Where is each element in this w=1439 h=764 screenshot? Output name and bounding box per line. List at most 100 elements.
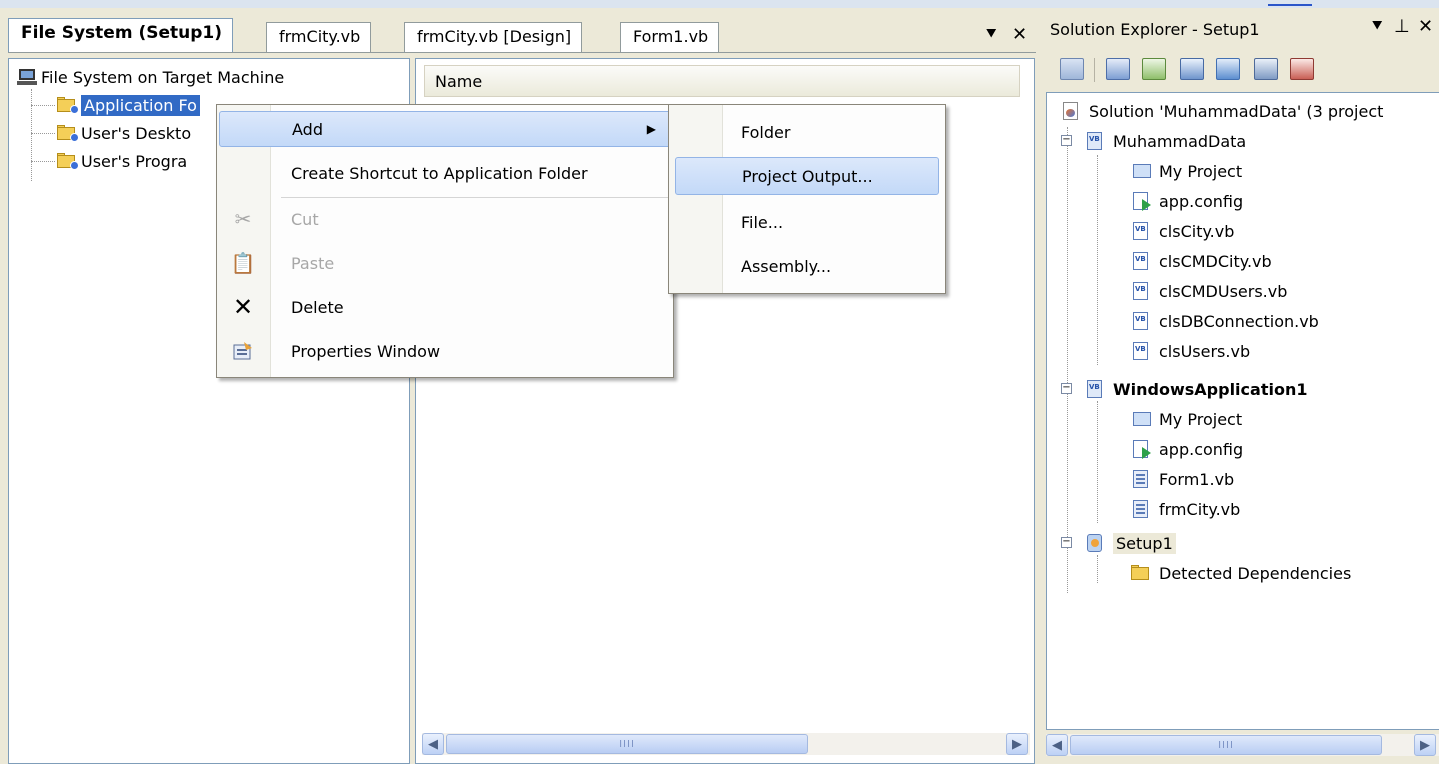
tree-item-root[interactable]: File System on Target Machine <box>17 65 284 89</box>
document-dropdown-icon[interactable]: ⯆ <box>984 24 998 45</box>
tree-item-app-config[interactable]: app.config <box>1131 435 1243 463</box>
menu-item-cut[interactable]: ✂ Cut <box>219 201 671 237</box>
tree-item-form1-vb[interactable]: Form1.vb <box>1131 465 1234 493</box>
menu-item-properties-window[interactable]: Properties Window <box>219 333 671 369</box>
vb-project-icon: VB <box>1085 379 1105 399</box>
solution-tree[interactable]: Solution 'MuhammadData' (3 project − VB … <box>1046 92 1439 730</box>
tree-item-label: File System on Target Machine <box>41 67 285 87</box>
top-strip <box>0 0 1439 8</box>
submenu-item-folder[interactable]: Folder <box>675 113 939 151</box>
tree-item-label: MuhammadData <box>1113 131 1247 151</box>
document-close-icon[interactable]: ✕ <box>1012 24 1027 45</box>
tree-item-app-config[interactable]: app.config <box>1131 187 1243 215</box>
tab-frmcity-vb-design[interactable]: frmCity.vb [Design] <box>404 22 583 52</box>
project-node-windowsapplication1[interactable]: VB WindowsApplication1 <box>1085 375 1307 403</box>
window-position-dropdown-icon[interactable]: ⯆ <box>1370 16 1384 37</box>
submenu-item-file[interactable]: File... <box>675 203 939 241</box>
vb-file-icon: VB <box>1131 221 1151 241</box>
registry-editor-icon[interactable] <box>1216 58 1240 80</box>
tree-item-label: app.config <box>1159 439 1244 459</box>
scroll-left-icon[interactable]: ◀ <box>1046 734 1068 756</box>
tree-connector <box>31 89 32 181</box>
file-editor-icon[interactable] <box>1180 58 1204 80</box>
special-folder-icon <box>57 153 79 170</box>
tree-item-application-folder[interactable]: Application Fo <box>57 93 200 117</box>
menu-item-paste[interactable]: 📋 Paste <box>219 245 671 281</box>
tab-frmcity-vb[interactable]: frmCity.vb <box>266 22 372 52</box>
tab-form1-vb[interactable]: Form1.vb <box>620 22 720 52</box>
vb-file-icon: VB <box>1131 281 1151 301</box>
close-icon[interactable]: ✕ <box>1418 16 1433 37</box>
file-types-editor-icon[interactable] <box>1254 58 1278 80</box>
tree-item-detected-dependencies[interactable]: Detected Dependencies <box>1131 559 1351 587</box>
tree-item-label: User's Deskto <box>81 123 192 143</box>
submenu-item-project-output[interactable]: Project Output... <box>675 157 939 195</box>
my-project-icon <box>1131 161 1151 181</box>
config-file-icon <box>1131 191 1151 211</box>
solution-icon <box>1061 101 1081 121</box>
tree-item-label: app.config <box>1159 191 1244 211</box>
tree-item-label: Form1.vb <box>1159 469 1235 489</box>
tab-file-system-setup1[interactable]: File System (Setup1) <box>8 18 233 53</box>
menu-item-add[interactable]: Add ▶ <box>219 111 671 147</box>
auto-hide-pin-icon[interactable]: ⊥ <box>1394 16 1410 37</box>
tree-item-users-programs[interactable]: User's Progra <box>57 149 187 173</box>
context-menu: Add ▶ Create Shortcut to Application Fol… <box>216 104 674 378</box>
collapse-toggle-icon[interactable]: − <box>1061 383 1072 394</box>
scissors-icon: ✂ <box>234 207 252 231</box>
config-file-icon <box>1131 439 1151 459</box>
column-header-name[interactable]: Name <box>424 65 1020 97</box>
tree-item-clsusers-vb[interactable]: VB clsUsers.vb <box>1131 337 1250 365</box>
tree-item-clscmdcity-vb[interactable]: VB clsCMDCity.vb <box>1131 247 1272 275</box>
custom-actions-editor-icon[interactable] <box>1290 58 1314 80</box>
menu-item-label: Cut <box>291 209 319 229</box>
scroll-thumb[interactable]: IIII <box>1070 735 1382 755</box>
scroll-thumb[interactable]: IIII <box>446 734 808 754</box>
tree-item-frmcity-vb[interactable]: frmCity.vb <box>1131 495 1240 523</box>
solution-node[interactable]: Solution 'MuhammadData' (3 project <box>1061 97 1383 125</box>
tree-item-users-desktop[interactable]: User's Deskto <box>57 121 191 145</box>
collapse-toggle-icon[interactable]: − <box>1061 135 1072 146</box>
show-all-files-icon[interactable] <box>1106 58 1130 80</box>
solution-explorer-panel: Solution Explorer - Setup1 ⯆ ⊥ ✕ Solutio… <box>1040 8 1439 764</box>
submenu-item-assembly[interactable]: Assembly... <box>675 247 939 285</box>
menu-item-label: Properties Window <box>291 341 441 361</box>
horizontal-scrollbar[interactable]: ◀ IIII ▶ <box>422 733 1030 755</box>
tree-item-label: Solution 'MuhammadData' (3 project <box>1089 101 1384 121</box>
tree-item-label: Setup1 <box>1113 532 1176 554</box>
tree-item-clsdbconnection-vb[interactable]: VB clsDBConnection.vb <box>1131 307 1319 335</box>
refresh-icon[interactable] <box>1142 58 1166 80</box>
properties-icon[interactable] <box>1060 58 1084 80</box>
tree-connector <box>1097 555 1098 583</box>
tree-item-my-project[interactable]: My Project <box>1131 157 1242 185</box>
scroll-right-icon[interactable]: ▶ <box>1006 733 1028 755</box>
scroll-right-icon[interactable]: ▶ <box>1414 734 1436 756</box>
delete-x-icon: ✕ <box>232 293 254 321</box>
tree-item-label: User's Progra <box>81 151 188 171</box>
tree-item-label: clsDBConnection.vb <box>1159 311 1319 331</box>
tree-item-clscmdusers-vb[interactable]: VB clsCMDUsers.vb <box>1131 277 1287 305</box>
tree-connector <box>1097 155 1098 365</box>
vb-file-icon: VB <box>1131 311 1151 331</box>
project-node-setup1[interactable]: Setup1 <box>1085 529 1176 557</box>
tree-item-label: clsCMDCity.vb <box>1159 251 1272 271</box>
toolbar-separator <box>1094 58 1095 82</box>
menu-item-delete[interactable]: ✕ Delete <box>219 289 671 325</box>
tree-item-my-project[interactable]: My Project <box>1131 405 1242 433</box>
tree-item-label: Application Fo <box>81 94 200 116</box>
vb-file-icon: VB <box>1131 341 1151 361</box>
tree-item-clscity-vb[interactable]: VB clsCity.vb <box>1131 217 1234 245</box>
submenu-arrow-icon: ▶ <box>646 122 656 136</box>
tree-item-label: clsCMDUsers.vb <box>1159 281 1288 301</box>
tree-item-label: My Project <box>1159 161 1243 181</box>
collapse-toggle-icon[interactable]: − <box>1061 537 1072 548</box>
special-folder-icon <box>57 125 79 142</box>
menu-item-create-shortcut[interactable]: Create Shortcut to Application Folder <box>219 155 671 191</box>
link-underline[interactable] <box>1268 4 1312 6</box>
horizontal-scrollbar[interactable]: ◀ IIII ▶ <box>1046 734 1439 756</box>
menu-item-label: Paste <box>291 253 335 273</box>
tree-item-label: My Project <box>1159 409 1243 429</box>
my-project-icon <box>1131 409 1151 429</box>
project-node-muhammaddata[interactable]: VB MuhammadData <box>1085 127 1246 155</box>
scroll-left-icon[interactable]: ◀ <box>422 733 444 755</box>
